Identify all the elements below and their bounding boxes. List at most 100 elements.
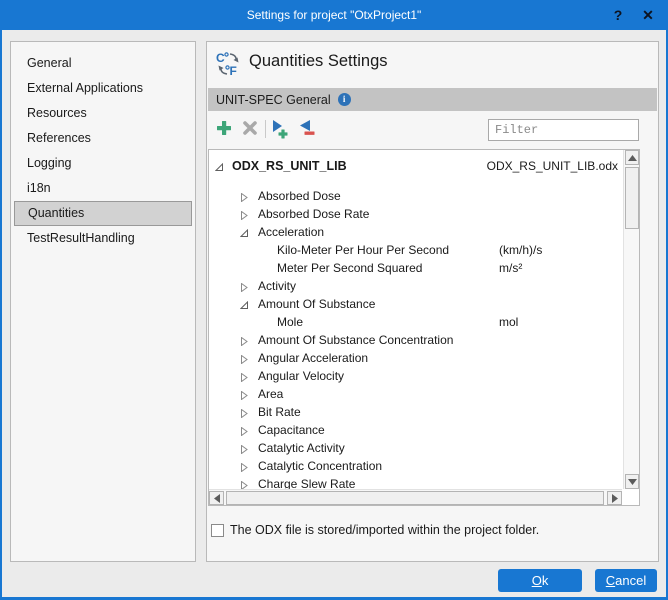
odx-stored-label: The ODX file is stored/imported within t…	[230, 523, 540, 537]
tree-row-label: Absorbed Dose	[258, 189, 341, 203]
tree-row-value: m/s²	[499, 261, 523, 275]
expander-expanded-icon[interactable]	[214, 161, 224, 171]
tree-row[interactable]: Kilo-Meter Per Hour Per Second (km/h)/s	[209, 241, 623, 259]
titlebar: Settings for project "OtxProject1" ? ✕	[0, 0, 668, 30]
tree-row[interactable]: Area	[209, 385, 623, 403]
tree-row-value: mol	[499, 315, 519, 329]
tree-row-label: Meter Per Second Squared	[277, 261, 423, 275]
sidebar-item-logging[interactable]: Logging	[14, 151, 192, 176]
dialog-content: General External Applications Resources Ref…	[2, 30, 666, 597]
sidebar-item-testresulthandling[interactable]: TestResultHandling	[14, 226, 192, 251]
main-panel: C F Quantities Settings UNIT-SPEC Genera…	[206, 41, 659, 562]
close-button[interactable]: ✕	[634, 0, 662, 30]
expander-collapsed-icon[interactable]	[240, 335, 249, 347]
sidebar-nav: General External Applications Resources Ref…	[10, 41, 196, 562]
tree-row[interactable]: Amount Of Substance	[209, 295, 623, 313]
sidebar-item-external-applications[interactable]: External Applications	[14, 76, 192, 101]
scroll-right-icon[interactable]	[607, 491, 622, 505]
tree-row-label: Mole	[277, 315, 304, 329]
window-title: Settings for project "OtxProject1"	[246, 8, 422, 22]
tree-row-label: Catalytic Activity	[258, 441, 345, 455]
tree-row-label: Angular Velocity	[258, 369, 345, 383]
info-icon[interactable]: i	[337, 93, 351, 106]
section-label: UNIT-SPEC General	[216, 92, 331, 107]
scrollbar-corner	[622, 489, 639, 505]
vertical-scroll-thumb[interactable]	[625, 167, 639, 229]
expander-collapsed-icon[interactable]	[240, 425, 249, 437]
toolbar	[207, 116, 658, 146]
tree-row[interactable]: Angular Velocity	[209, 367, 623, 385]
tree-row[interactable]: Mole mol	[209, 313, 623, 331]
tree-row-label: Capacitance	[258, 423, 325, 437]
tree-row-label: Catalytic Concentration	[258, 459, 383, 473]
tree-row-value: ODX_RS_UNIT_LIB.odx	[486, 159, 618, 173]
svg-text:C: C	[216, 51, 225, 65]
page-title: Quantities Settings	[249, 52, 388, 70]
tree-row[interactable]: Absorbed Dose	[209, 187, 623, 205]
filter-input[interactable]	[488, 119, 639, 141]
tree-row-label: Angular Acceleration	[258, 351, 369, 365]
tree-row[interactable]: Catalytic Activity	[209, 439, 623, 457]
expander-collapsed-icon[interactable]	[240, 479, 249, 489]
tree-row[interactable]: Capacitance	[209, 421, 623, 439]
import-unitspec-icon[interactable]	[270, 119, 290, 139]
tree-row[interactable]: Amount Of Substance Concentration	[209, 331, 623, 349]
tree-row[interactable]: Bit Rate	[209, 403, 623, 421]
tree-row[interactable]: Acceleration	[209, 223, 623, 241]
sidebar-item-references[interactable]: References	[14, 126, 192, 151]
odx-stored-checkbox[interactable]	[211, 523, 224, 537]
tree-rows: ODX_RS_UNIT_LIB ODX_RS_UNIT_LIB.odx Absorb…	[209, 150, 623, 489]
scroll-left-icon[interactable]	[209, 491, 224, 505]
sidebar-item-general[interactable]: General	[14, 51, 192, 76]
expander-collapsed-icon[interactable]	[240, 209, 249, 221]
tree-row[interactable]: Charge Slew Rate	[209, 475, 623, 489]
expander-expanded-icon[interactable]	[239, 299, 249, 309]
quantities-settings-icon: C F	[215, 50, 243, 78]
horizontal-scroll-thumb[interactable]	[226, 491, 604, 505]
tree-row-value: (km/h)/s	[499, 243, 543, 257]
expander-collapsed-icon[interactable]	[240, 353, 249, 365]
tree-row[interactable]: Catalytic Concentration	[209, 457, 623, 475]
remove-unitspec-icon[interactable]	[296, 119, 316, 139]
tree-row-label: ODX_RS_UNIT_LIB	[232, 159, 347, 173]
tree-row[interactable]: Activity	[209, 277, 623, 295]
expander-collapsed-icon[interactable]	[240, 371, 249, 383]
tree-row-label: Amount Of Substance	[258, 297, 376, 311]
tree-row-label: Amount Of Substance Concentration	[258, 333, 454, 347]
delete-icon[interactable]	[241, 119, 261, 139]
help-button[interactable]: ?	[604, 0, 632, 30]
horizontal-scrollbar[interactable]	[209, 489, 622, 505]
sidebar-item-i18n[interactable]: i18n	[14, 176, 192, 201]
tree-row[interactable]: ODX_RS_UNIT_LIB ODX_RS_UNIT_LIB.odx	[209, 153, 623, 179]
expander-collapsed-icon[interactable]	[240, 281, 249, 293]
settings-dialog: Settings for project "OtxProject1" ? ✕ G…	[0, 0, 668, 600]
tree-row[interactable]: Angular Acceleration	[209, 349, 623, 367]
unit-tree: ODX_RS_UNIT_LIB ODX_RS_UNIT_LIB.odx Absorb…	[208, 149, 640, 506]
tree-row-label: Area	[258, 387, 284, 401]
tree-row-label: Acceleration	[258, 225, 325, 239]
sidebar-item-resources[interactable]: Resources	[14, 101, 192, 126]
expander-collapsed-icon[interactable]	[240, 461, 249, 473]
tree-row[interactable]: Meter Per Second Squared m/s²	[209, 259, 623, 277]
scroll-down-icon[interactable]	[625, 474, 639, 489]
expander-collapsed-icon[interactable]	[240, 191, 249, 203]
ok-button[interactable]: Ok	[498, 569, 582, 592]
cancel-button[interactable]: Cancel	[595, 569, 657, 592]
tree-row-label: Bit Rate	[258, 405, 301, 419]
expander-expanded-icon[interactable]	[239, 227, 249, 237]
expander-collapsed-icon[interactable]	[240, 407, 249, 419]
vertical-scrollbar[interactable]	[623, 150, 639, 489]
svg-text:F: F	[230, 64, 237, 78]
expander-collapsed-icon[interactable]	[240, 443, 249, 455]
tree-row-label: Charge Slew Rate	[258, 477, 356, 489]
section-header: UNIT-SPEC General i	[208, 88, 657, 111]
sidebar-item-quantities[interactable]: Quantities	[14, 201, 192, 226]
expander-collapsed-icon[interactable]	[240, 389, 249, 401]
tree-row[interactable]: Absorbed Dose Rate	[209, 205, 623, 223]
add-icon[interactable]	[215, 119, 235, 139]
tree-row-label: Activity	[258, 279, 297, 293]
tree-row-label: Absorbed Dose Rate	[258, 207, 370, 221]
tree-row-label: Kilo-Meter Per Hour Per Second	[277, 243, 450, 257]
odx-stored-row: The ODX file is stored/imported within t…	[211, 523, 539, 537]
scroll-up-icon[interactable]	[625, 150, 639, 165]
